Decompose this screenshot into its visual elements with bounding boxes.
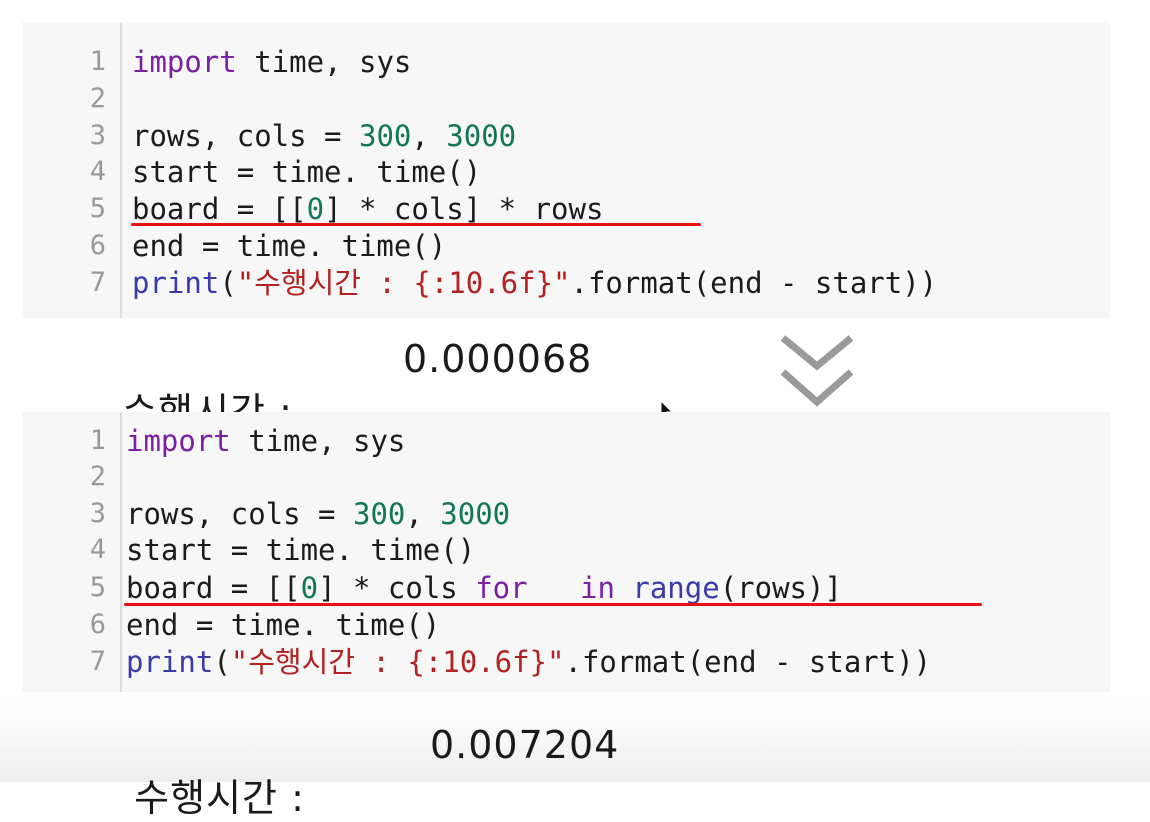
code-token: end = time. time() — [126, 608, 441, 642]
code-text: rows, cols = 300, 3000 — [132, 118, 516, 154]
code-token: rows, cols = — [132, 119, 359, 153]
code-token: 3000 — [446, 119, 517, 153]
code-token: import — [132, 45, 237, 79]
code-token: "수행시간 : {:10.6f}" — [236, 266, 571, 300]
line-number: 5 — [89, 572, 106, 603]
code-token: in — [580, 571, 615, 605]
code-text: end = time. time() — [126, 607, 440, 643]
code-text: import time, sys — [132, 44, 411, 80]
code-token: board = [[ — [126, 571, 301, 605]
code-token: .format(end - start)) — [570, 266, 938, 300]
line-number: 2 — [89, 461, 106, 492]
line-number: 6 — [89, 230, 106, 261]
line-number: 5 — [89, 193, 106, 224]
code-token: start = time. time() — [132, 155, 482, 189]
highlight-underline-1 — [131, 223, 701, 226]
code-token: 300 — [352, 497, 406, 531]
code-token: range — [632, 571, 720, 605]
code-token: import — [126, 424, 231, 458]
code-token: , — [411, 119, 447, 153]
code-text: board = [[0] * cols] * rows — [132, 191, 603, 227]
code-token: 0 — [306, 192, 325, 226]
code-text: end = time. time() — [132, 228, 446, 264]
code-token: end = time. time() — [132, 229, 447, 263]
code-token: board = [[ — [132, 192, 307, 226]
code-token: ( — [219, 266, 237, 300]
line-number: 3 — [89, 498, 106, 529]
output-value-2: 0.007204 — [430, 723, 620, 767]
double-chevron-down-icon — [780, 335, 854, 407]
line-number: 1 — [89, 46, 106, 77]
line-number: 2 — [89, 83, 106, 114]
code-text: rows, cols = 300, 3000 — [126, 496, 510, 532]
code-text: print("수행시간 : {:10.6f}".format(end - sta… — [132, 265, 937, 301]
code-token: print — [132, 266, 220, 300]
line-number: 6 — [89, 609, 106, 640]
code-token: 300 — [358, 119, 412, 153]
code-token: start = time. time() — [126, 533, 476, 567]
code-token: , — [405, 497, 441, 531]
output-label-2: 수행시간 : — [134, 776, 305, 820]
line-number: 1 — [89, 425, 106, 456]
code-token: for — [475, 571, 528, 605]
output-value-1: 0.000068 — [403, 337, 593, 381]
code-token: 0 — [300, 571, 319, 605]
code-cell-2[interactable]: 1 import time, sys 2 3 rows, cols = 300, 300… — [22, 412, 1110, 692]
code-token: ( — [213, 645, 231, 679]
code-token: rows, cols = — [126, 497, 353, 531]
code-token: ] * cols] * rows — [324, 192, 604, 226]
code-cell-1[interactable]: 1 import time, sys 2 3 rows, cols = 300, 300… — [22, 22, 1110, 318]
code-token: time, sys — [236, 45, 412, 79]
code-token: (rows)] — [719, 571, 842, 605]
code-text: start = time. time() — [126, 532, 475, 568]
line-number: 4 — [89, 534, 106, 565]
code-token: "수행시간 : {:10.6f}" — [230, 645, 565, 679]
line-number: 4 — [89, 156, 106, 187]
line-number: 7 — [89, 646, 106, 677]
code-text: print("수행시간 : {:10.6f}".format(end - sta… — [126, 644, 931, 680]
highlight-underline-2 — [124, 603, 982, 606]
code-token: time, sys — [230, 424, 406, 458]
code-text: import time, sys — [126, 423, 405, 459]
code-token: print — [126, 645, 214, 679]
line-number: 7 — [89, 267, 106, 298]
line-number: 3 — [89, 120, 106, 151]
code-token: 3000 — [440, 497, 511, 531]
code-token: ] * cols — [318, 571, 476, 605]
output-2: 수행시간 : — [108, 723, 305, 822]
code-token: .format(end - start)) — [564, 645, 932, 679]
code-text: start = time. time() — [132, 154, 481, 190]
code-token: _ — [527, 571, 580, 605]
code-text: board = [[0] * cols for _ in range(rows)… — [126, 570, 842, 606]
